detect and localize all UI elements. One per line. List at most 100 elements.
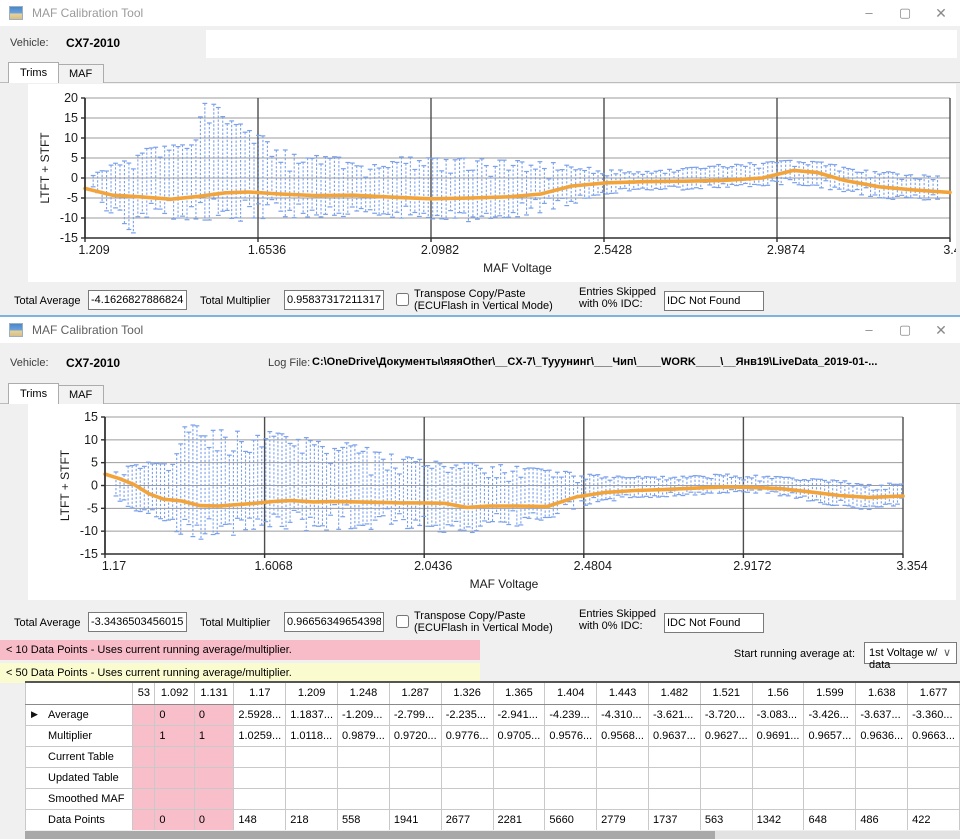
column-header[interactable]: 1.521 [700, 682, 752, 704]
table-cell[interactable]: -3.360... [908, 704, 960, 725]
table-cell[interactable] [908, 746, 960, 767]
column-header[interactable]: 1.365 [493, 682, 545, 704]
table-cell[interactable]: -3.083... [752, 704, 804, 725]
table-cell[interactable] [234, 746, 286, 767]
table-cell[interactable] [441, 788, 493, 809]
table-cell[interactable]: 0.9720... [389, 725, 441, 746]
table-cell[interactable] [194, 788, 234, 809]
column-header[interactable]: 1.404 [545, 682, 597, 704]
maximize-button[interactable]: ▢ [888, 0, 922, 26]
table-cell[interactable] [545, 767, 597, 788]
table-cell[interactable] [493, 788, 545, 809]
table-cell[interactable] [286, 746, 338, 767]
table-cell[interactable]: 0 [155, 809, 195, 830]
table-cell[interactable] [545, 746, 597, 767]
table-cell[interactable]: -1.209... [338, 704, 390, 725]
table-cell[interactable]: 0.9657... [804, 725, 856, 746]
table-cell[interactable]: 0.9879... [338, 725, 390, 746]
column-header[interactable]: 1.599 [804, 682, 856, 704]
table-cell[interactable]: 1.1837... [286, 704, 338, 725]
table-cell[interactable]: 218 [286, 809, 338, 830]
tab-maf[interactable]: MAF [57, 385, 104, 404]
row-header[interactable]: Multiplier [26, 725, 133, 746]
table-cell[interactable]: 5660 [545, 809, 597, 830]
total-multiplier-field[interactable] [284, 290, 384, 310]
table-cell[interactable]: 0.9776... [441, 725, 493, 746]
column-header[interactable]: 53 [133, 682, 155, 704]
row-header[interactable]: Data Points [26, 809, 133, 830]
table-cell[interactable] [597, 746, 649, 767]
total-average-field[interactable] [88, 612, 187, 632]
column-header[interactable]: 1.248 [338, 682, 390, 704]
table-cell[interactable] [155, 788, 195, 809]
column-header[interactable]: 1.131 [194, 682, 234, 704]
idc-status-field[interactable]: IDC Not Found [664, 291, 764, 311]
table-cell[interactable]: 0.9568... [597, 725, 649, 746]
table-cell[interactable] [856, 767, 908, 788]
table-cell[interactable]: 486 [856, 809, 908, 830]
titlebar[interactable]: MAF Calibration Tool – ▢ ✕ [0, 0, 960, 26]
row-header[interactable]: Updated Table [26, 767, 133, 788]
transpose-checkbox[interactable] [396, 615, 409, 628]
table-cell[interactable] [133, 746, 155, 767]
table-cell[interactable]: 2677 [441, 809, 493, 830]
table-cell[interactable]: -3.426... [804, 704, 856, 725]
table-cell[interactable]: 0.9636... [856, 725, 908, 746]
tab-maf[interactable]: MAF [57, 64, 104, 83]
table-cell[interactable] [752, 767, 804, 788]
scrollbar-thumb[interactable] [25, 831, 715, 839]
row-header[interactable]: Smoothed MAF [26, 788, 133, 809]
table-cell[interactable] [133, 767, 155, 788]
table-cell[interactable] [597, 788, 649, 809]
table-cell[interactable] [752, 746, 804, 767]
start-voltage-dropdown[interactable]: 1st Voltage w/ data ∨ [864, 642, 957, 664]
table-cell[interactable] [133, 704, 155, 725]
column-header[interactable]: 1.092 [155, 682, 195, 704]
table-cell[interactable] [908, 788, 960, 809]
table-cell[interactable] [389, 767, 441, 788]
table-cell[interactable] [804, 767, 856, 788]
table-cell[interactable] [155, 767, 195, 788]
table-cell[interactable]: -4.239... [545, 704, 597, 725]
column-header[interactable]: 1.443 [597, 682, 649, 704]
transpose-checkbox[interactable] [396, 293, 409, 306]
table-cell[interactable]: 0.9627... [700, 725, 752, 746]
column-header[interactable]: 1.17 [234, 682, 286, 704]
table-cell[interactable]: 1737 [649, 809, 701, 830]
table-cell[interactable] [133, 788, 155, 809]
table-cell[interactable] [234, 767, 286, 788]
close-button[interactable]: ✕ [924, 317, 958, 343]
table-cell[interactable]: 558 [338, 809, 390, 830]
table-cell[interactable] [155, 746, 195, 767]
row-header[interactable]: ▶Average [26, 704, 133, 725]
total-multiplier-field[interactable] [284, 612, 384, 632]
column-header[interactable]: 1.209 [286, 682, 338, 704]
table-cell[interactable]: 1941 [389, 809, 441, 830]
table-cell[interactable] [286, 767, 338, 788]
table-cell[interactable] [389, 746, 441, 767]
table-cell[interactable] [752, 788, 804, 809]
horizontal-scrollbar[interactable] [25, 831, 960, 839]
table-cell[interactable] [133, 809, 155, 830]
table-cell[interactable]: 1342 [752, 809, 804, 830]
tab-trims[interactable]: Trims [8, 383, 59, 404]
table-cell[interactable]: -2.799... [389, 704, 441, 725]
column-header[interactable]: 1.482 [649, 682, 701, 704]
table-cell[interactable]: 1.0118... [286, 725, 338, 746]
table-cell[interactable]: 563 [700, 809, 752, 830]
table-cell[interactable] [700, 788, 752, 809]
table-cell[interactable]: -3.720... [700, 704, 752, 725]
table-cell[interactable] [700, 767, 752, 788]
table-cell[interactable]: 0.9576... [545, 725, 597, 746]
table-cell[interactable]: -2.235... [441, 704, 493, 725]
titlebar[interactable]: MAF Calibration Tool – ▢ ✕ [0, 317, 960, 343]
table-cell[interactable]: 1.0259... [234, 725, 286, 746]
table-cell[interactable] [649, 767, 701, 788]
table-cell[interactable]: 0.9691... [752, 725, 804, 746]
table-cell[interactable] [389, 788, 441, 809]
table-cell[interactable]: 0.9705... [493, 725, 545, 746]
table-cell[interactable]: 2281 [493, 809, 545, 830]
table-cell[interactable] [493, 746, 545, 767]
table-cell[interactable] [338, 767, 390, 788]
table-cell[interactable]: 1 [155, 725, 195, 746]
